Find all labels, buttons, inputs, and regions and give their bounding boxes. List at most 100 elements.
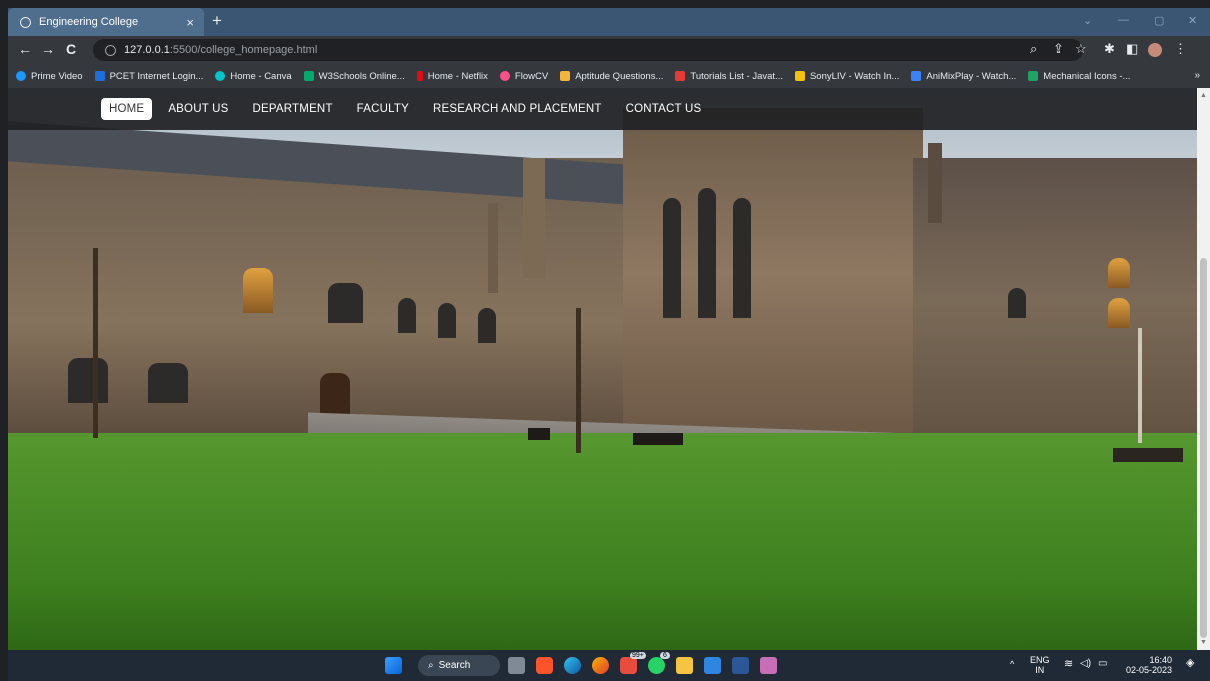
bookmark-item[interactable]: Prime Video <box>16 71 83 82</box>
maximize-icon[interactable]: ▢ <box>1154 14 1164 27</box>
profile-avatar[interactable] <box>1148 43 1162 57</box>
window <box>1008 288 1026 318</box>
whatsapp-icon[interactable] <box>648 657 665 674</box>
bench <box>1113 448 1183 462</box>
nav-department[interactable]: DEPARTMENT <box>245 98 341 120</box>
taskbar-search-label: Search <box>438 660 471 671</box>
bookmark-item[interactable]: PCET Internet Login... <box>94 71 203 82</box>
search-icon: ⌕ <box>428 660 434 671</box>
bookmark-item[interactable]: Home - Netflix <box>416 71 488 82</box>
brave-browser-icon[interactable] <box>536 657 553 674</box>
zoom-icon[interactable]: ⌕ <box>1030 41 1037 57</box>
window <box>328 283 363 323</box>
nav-research-and-placement[interactable]: RESEARCH AND PLACEMENT <box>425 98 610 120</box>
window <box>478 308 496 343</box>
reload-icon[interactable]: C <box>66 41 76 57</box>
file-explorer-icon[interactable] <box>676 657 693 674</box>
nav-about-us[interactable]: ABOUT US <box>160 98 236 120</box>
tree <box>93 248 98 438</box>
scroll-down-icon[interactable]: ▼ <box>1200 639 1207 646</box>
nav-home[interactable]: HOME <box>101 98 153 120</box>
battery-icon[interactable]: ▭ <box>1098 659 1107 669</box>
bookmark-star-icon[interactable]: ☆ <box>1075 41 1087 57</box>
bookmark-item[interactable]: Home - Canva <box>215 71 292 82</box>
vscode-icon[interactable] <box>704 657 721 674</box>
window <box>398 298 416 333</box>
lawn <box>8 433 1197 650</box>
nav-faculty[interactable]: FACULTY <box>349 98 417 120</box>
bookmark-favicon <box>215 71 226 81</box>
windows-start-icon[interactable] <box>385 657 402 674</box>
browser-tab-strip: Engineering College × + ⌄ — ▢ ✕ <box>8 8 1210 36</box>
word-icon[interactable] <box>732 657 749 674</box>
windows-taskbar: ⌕ Search 99+ 6 ^ ENG IN ≋ ◁) ▭ 16:40 02-… <box>8 650 1210 681</box>
bookmark-item[interactable]: Aptitude Questions... <box>560 71 663 82</box>
bench <box>633 433 683 445</box>
back-icon[interactable]: ← <box>18 41 32 57</box>
scroll-up-icon[interactable]: ▲ <box>1200 92 1207 99</box>
wifi-icon[interactable]: ≋ <box>1064 659 1073 670</box>
window <box>1108 298 1130 328</box>
language-indicator[interactable]: ENG IN <box>1030 655 1050 675</box>
sidepanel-icon[interactable]: ◧ <box>1126 41 1138 57</box>
notifications-icon[interactable]: ◈ <box>1186 658 1194 669</box>
window <box>698 188 716 318</box>
lamp-post <box>1138 328 1142 443</box>
tab-search-icon[interactable]: ⌄ <box>1083 14 1092 27</box>
clock[interactable]: 16:40 02-05-2023 <box>1126 655 1172 675</box>
nav-contact-us[interactable]: CONTACT US <box>618 98 710 120</box>
bookmark-favicon <box>16 71 26 81</box>
bookmark-item[interactable]: W3Schools Online... <box>303 71 405 82</box>
tab-close-icon[interactable]: × <box>186 15 194 30</box>
window <box>733 198 751 318</box>
bookmark-favicon <box>499 71 510 81</box>
edge-browser-icon[interactable] <box>564 657 581 674</box>
bench <box>528 428 550 440</box>
new-tab-button[interactable]: + <box>212 11 222 31</box>
bookmark-item[interactable]: FlowCV <box>499 71 548 82</box>
tree <box>576 308 581 453</box>
page-scrollbar[interactable]: ▲ ▼ <box>1197 88 1210 650</box>
site-info-icon[interactable] <box>105 44 116 56</box>
notification-badge: 6 <box>660 652 670 659</box>
window <box>1108 258 1130 288</box>
bookmark-favicon <box>416 71 423 81</box>
browser-tab[interactable]: Engineering College × <box>8 8 204 36</box>
share-icon[interactable]: ⇪ <box>1053 41 1064 57</box>
extensions-icon[interactable]: ✱ <box>1104 41 1115 57</box>
taskbar-search[interactable]: ⌕ Search <box>418 655 500 676</box>
window <box>68 358 108 403</box>
url-host: 127.0.0.1 <box>124 44 170 56</box>
address-bar[interactable]: 127.0.0.1:5500/college_homepage.html <box>93 39 1083 61</box>
bookmark-item[interactable]: Mechanical Icons -... <box>1028 71 1130 82</box>
window <box>243 268 273 313</box>
spire <box>523 158 545 278</box>
volume-icon[interactable]: ◁) <box>1080 659 1091 669</box>
show-hidden-icons[interactable]: ^ <box>1010 659 1014 669</box>
minimize-icon[interactable]: — <box>1118 14 1129 26</box>
chrome-icon[interactable] <box>592 657 609 674</box>
bookmark-favicon <box>794 71 805 81</box>
bookmark-item[interactable]: AniMixPlay - Watch... <box>911 71 1016 82</box>
spire <box>928 143 942 223</box>
bookmark-favicon <box>675 71 686 81</box>
forward-icon[interactable]: → <box>41 41 55 57</box>
bookmark-favicon <box>303 71 314 81</box>
bookmarks-more-icon[interactable]: » <box>1194 70 1200 81</box>
task-view-icon[interactable] <box>508 657 525 674</box>
close-window-icon[interactable]: ✕ <box>1188 14 1197 27</box>
window <box>663 198 681 318</box>
snipping-tool-icon[interactable] <box>760 657 777 674</box>
mail-icon[interactable] <box>620 657 637 674</box>
scrollbar-thumb[interactable] <box>1200 258 1207 638</box>
window <box>438 303 456 338</box>
menu-icon[interactable]: ⋮ <box>1174 41 1187 57</box>
bookmark-favicon <box>1028 71 1039 81</box>
browser-toolbar: ← → C 127.0.0.1:5500/college_homepage.ht… <box>8 36 1210 64</box>
hero-image <box>8 88 1197 650</box>
bookmark-item[interactable]: Tutorials List - Javat... <box>675 71 783 82</box>
bookmarks-bar: Prime Video PCET Internet Login... Home … <box>8 64 1210 88</box>
notification-badge: 99+ <box>630 652 646 659</box>
bookmark-item[interactable]: SonyLIV - Watch In... <box>794 71 899 82</box>
bookmark-favicon <box>560 71 571 81</box>
